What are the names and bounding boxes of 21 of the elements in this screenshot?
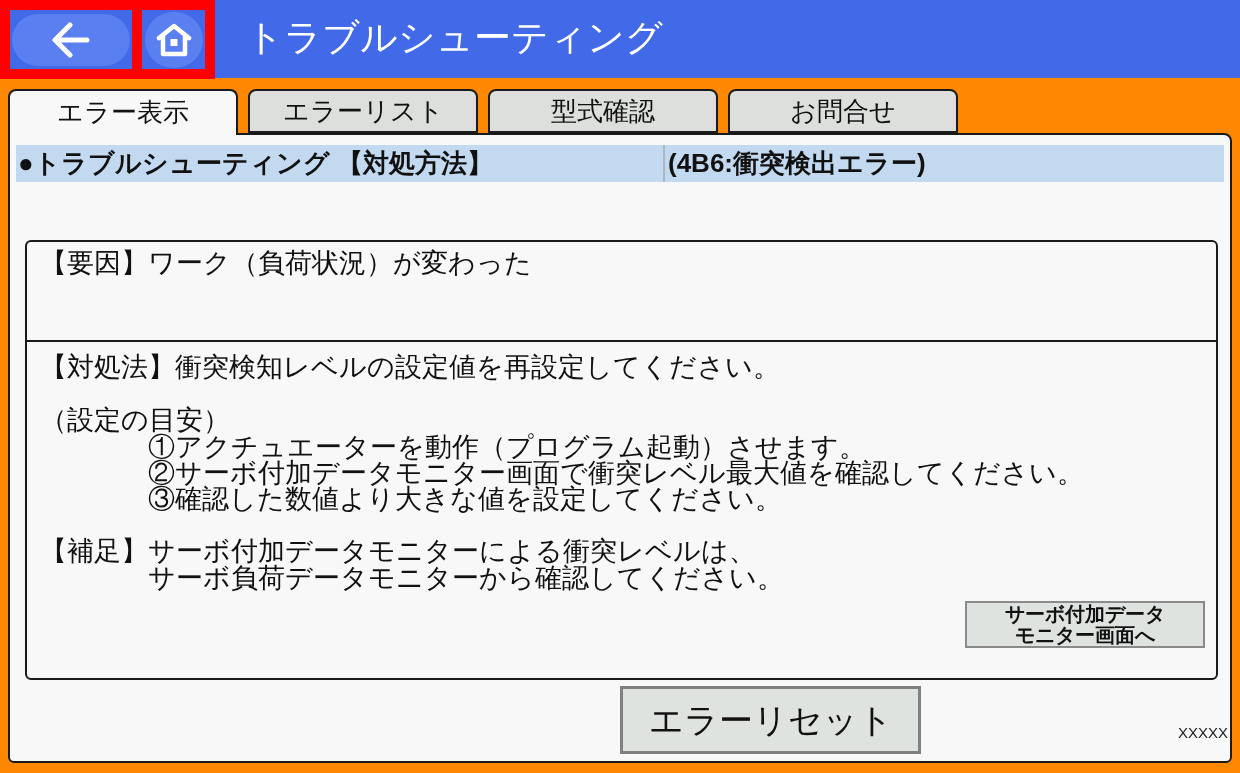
note-text: サーボ付加データモニターによる衝突レベルは、 サーボ負荷データモニターから確認してください。 xyxy=(148,538,784,591)
tab[interactable]: 型式確認 xyxy=(488,89,718,133)
screen-code: XXXXX xyxy=(1177,724,1228,742)
tab[interactable]: エラーリスト xyxy=(248,89,478,133)
tab[interactable]: エラー表示 xyxy=(8,89,238,135)
section-title: ●トラブルシューティング 【対処方法】 xyxy=(17,147,494,180)
cause-text: 【要因】ワーク（負荷状況）が変わった xyxy=(40,248,532,278)
guide-title: （設定の目安） xyxy=(40,407,230,434)
error-reset-button[interactable]: エラーリセット xyxy=(620,686,921,754)
monitor-screen-button[interactable]: サーボ付加データ モニター画面へ xyxy=(965,601,1205,648)
home-button[interactable] xyxy=(144,11,203,68)
back-arrow-icon xyxy=(51,21,91,58)
back-button[interactable] xyxy=(12,13,130,66)
home-icon xyxy=(155,22,192,57)
error-code-label: (4B6:衝突検出エラー) xyxy=(663,145,1224,182)
guide-step-text: ①アクチュエーターを動作（プログラム起動）させます。 xyxy=(148,433,866,460)
tab[interactable]: お問合せ xyxy=(728,89,958,133)
remedy-text: 【対処法】衝突検知レベルの設定値を再設定してください。 xyxy=(40,354,780,381)
note-label: 【補足】 xyxy=(40,538,148,565)
guide-step-text: ③確認した数値より大きな値を設定してください。 xyxy=(148,485,782,512)
screen-title: トラブルシューティング xyxy=(246,16,663,60)
